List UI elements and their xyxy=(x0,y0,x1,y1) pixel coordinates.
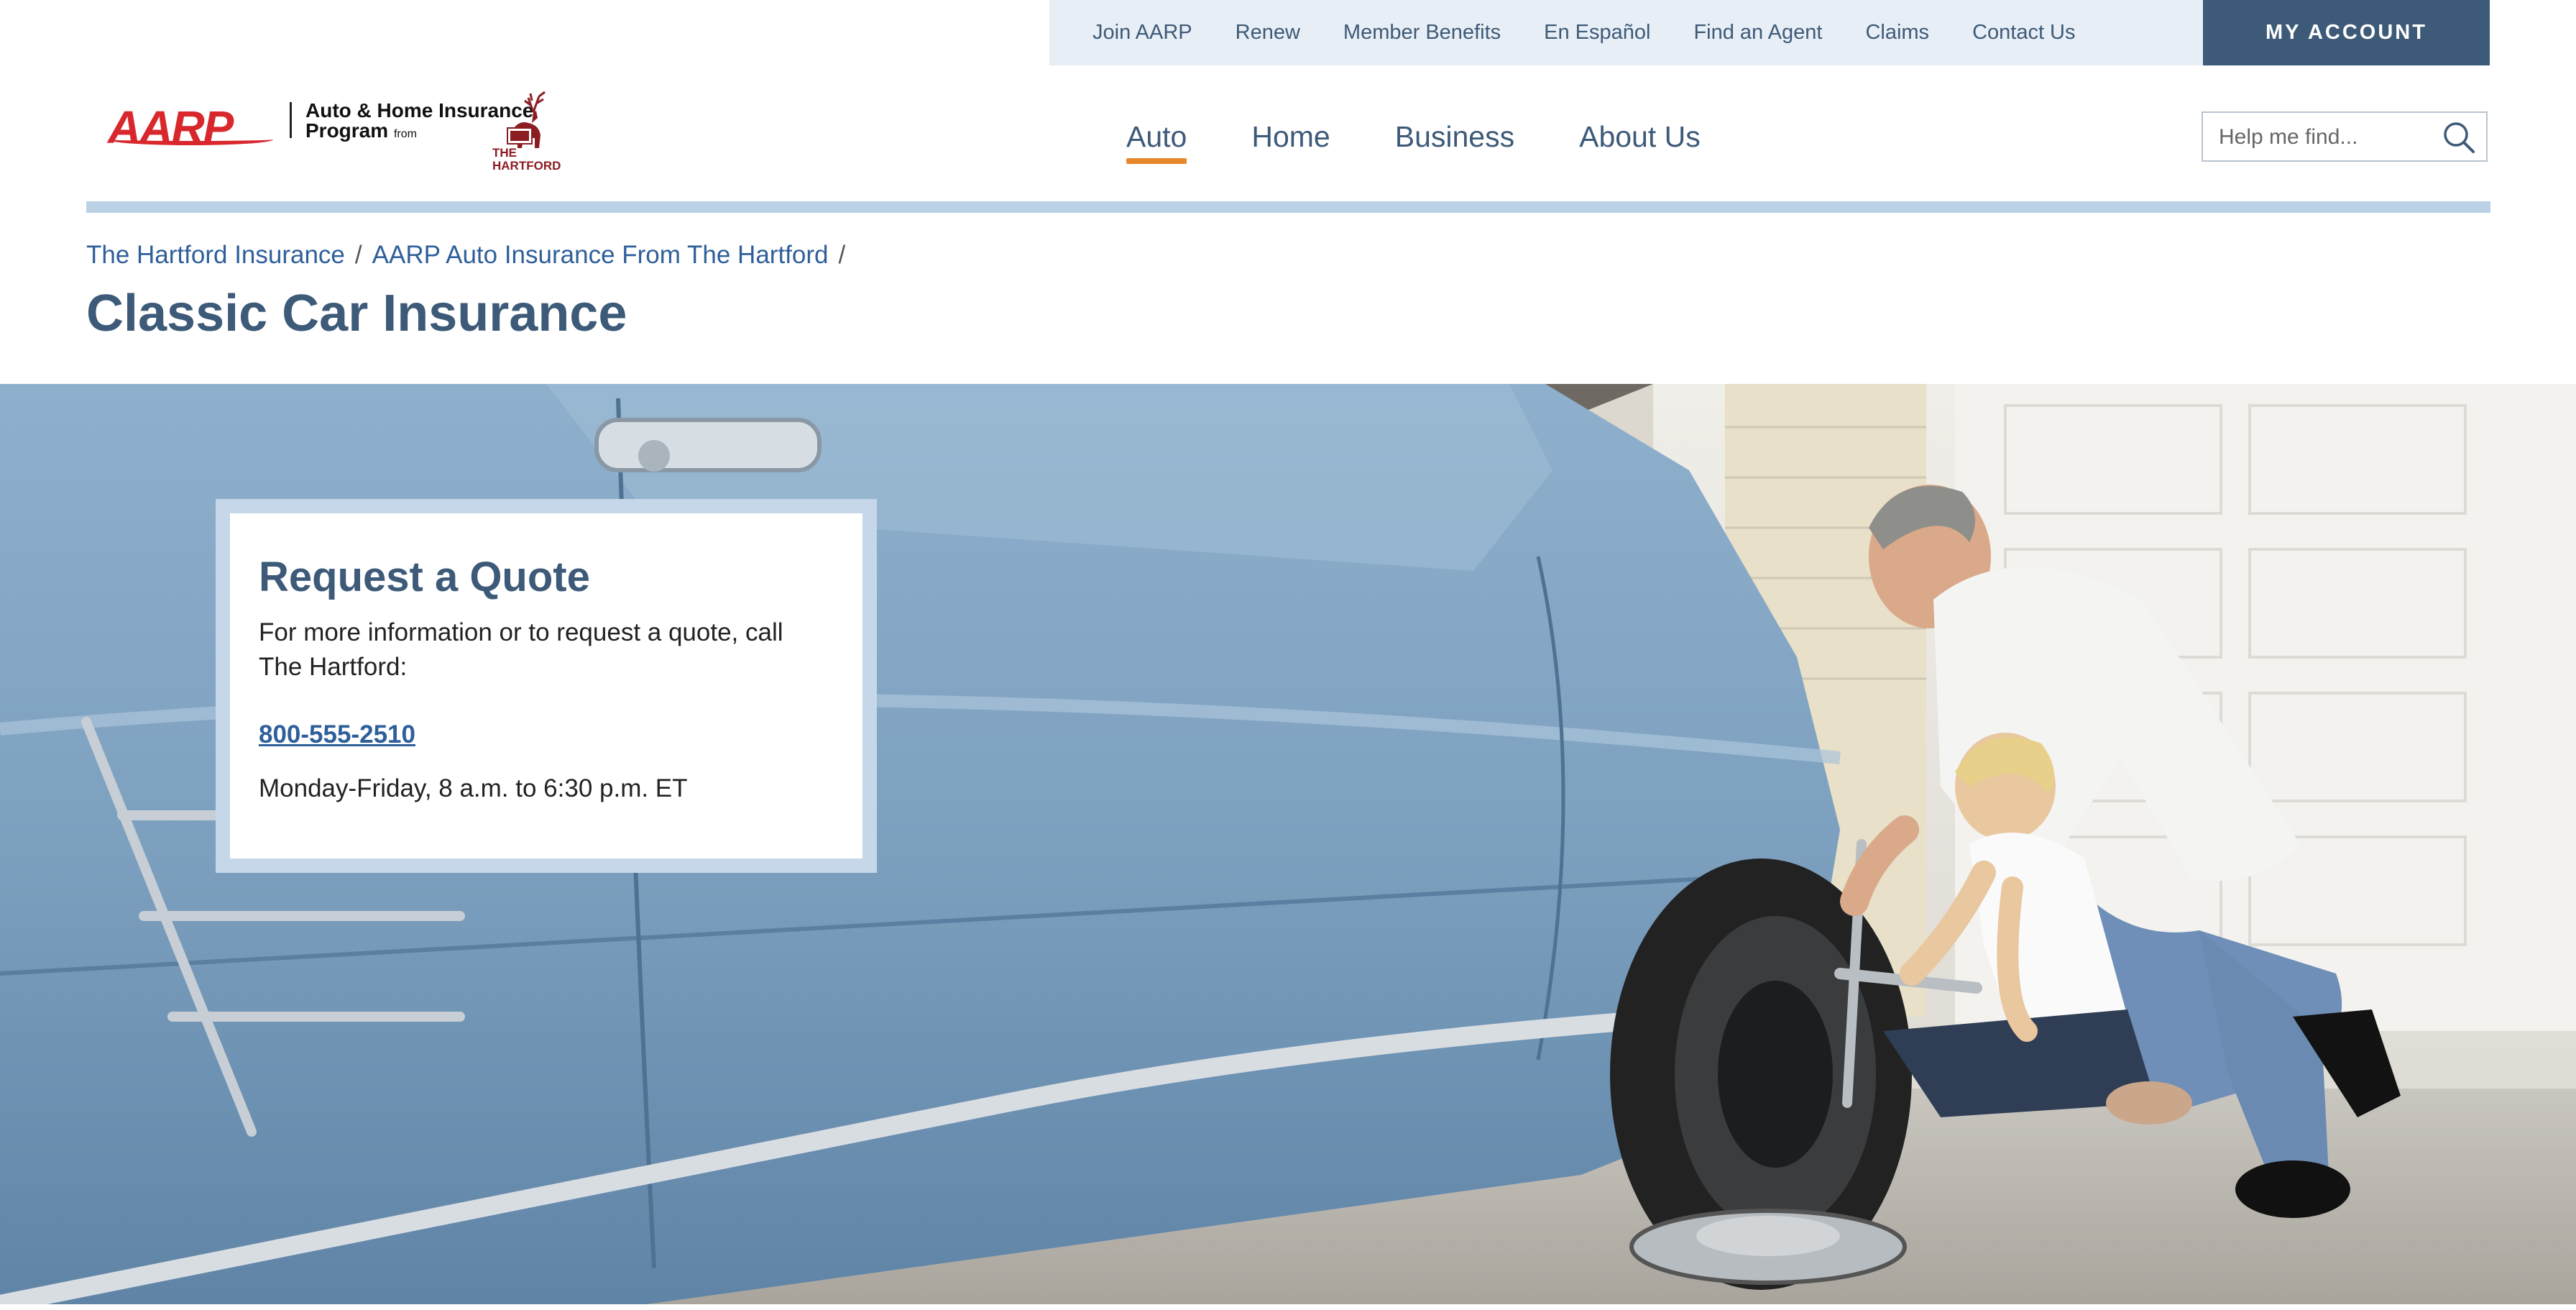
utility-link-renew[interactable]: Renew xyxy=(1236,21,1300,45)
page-title: Classic Car Insurance xyxy=(86,285,627,342)
breadcrumb: The Hartford Insurance / AARP Auto Insur… xyxy=(86,241,855,270)
utility-link-en-espanol[interactable]: En Español xyxy=(1544,21,1650,45)
main-nav: Auto Home Business About Us xyxy=(1126,108,1765,165)
utility-link-find-agent[interactable]: Find an Agent xyxy=(1693,21,1822,45)
quote-phone-link[interactable]: 800-555-2510 xyxy=(259,720,415,749)
nav-item-home[interactable]: Home xyxy=(1251,108,1330,165)
search-input[interactable] xyxy=(2217,120,2436,155)
header-accent-bar xyxy=(86,201,2490,213)
breadcrumb-separator: / xyxy=(838,241,846,269)
aarp-swoosh-icon xyxy=(108,134,273,145)
utility-link-member-benefits[interactable]: Member Benefits xyxy=(1343,21,1501,45)
utility-link-contact-us[interactable]: Contact Us xyxy=(1972,21,2075,45)
nav-item-business[interactable]: Business xyxy=(1395,108,1514,165)
quote-hours: Monday-Friday, 8 a.m. to 6:30 p.m. ET xyxy=(259,774,688,802)
my-account-button[interactable]: MY ACCOUNT xyxy=(2203,0,2490,65)
program-line-2: Program xyxy=(305,119,389,142)
utility-link-join-aarp[interactable]: Join AARP xyxy=(1092,21,1192,45)
breadcrumb-separator: / xyxy=(354,241,362,269)
program-from: from xyxy=(393,128,417,140)
utility-nav: Join AARP Renew Member Benefits En Españ… xyxy=(1049,0,2076,65)
utility-bar: Join AARP Renew Member Benefits En Españ… xyxy=(1049,0,2203,65)
search-box xyxy=(2202,111,2488,162)
breadcrumb-link-aarp-auto[interactable]: AARP Auto Insurance From The Hartford xyxy=(372,241,829,270)
hartford-name: HARTFORD xyxy=(492,159,561,173)
aarp-wordmark: AARP xyxy=(108,101,234,153)
nav-item-auto[interactable]: Auto xyxy=(1126,108,1187,165)
hartford-the: THE xyxy=(492,146,517,160)
utility-link-claims[interactable]: Claims xyxy=(1865,21,1929,45)
quote-card: Request a Quote For more information or … xyxy=(230,513,862,858)
breadcrumb-link-hartford[interactable]: The Hartford Insurance xyxy=(86,241,345,270)
quote-card-frame: Request a Quote For more information or … xyxy=(216,499,877,873)
logo-divider xyxy=(290,102,292,138)
search-icon[interactable] xyxy=(2442,120,2476,155)
hartford-wordmark: THE HARTFORD xyxy=(492,147,561,173)
quote-card-text: For more information or to request a quo… xyxy=(259,618,783,681)
nav-item-about-us[interactable]: About Us xyxy=(1579,108,1701,165)
site-logo[interactable]: AARP Auto & Home Insurance Program from … xyxy=(108,91,568,176)
quote-card-title: Request a Quote xyxy=(259,554,590,600)
